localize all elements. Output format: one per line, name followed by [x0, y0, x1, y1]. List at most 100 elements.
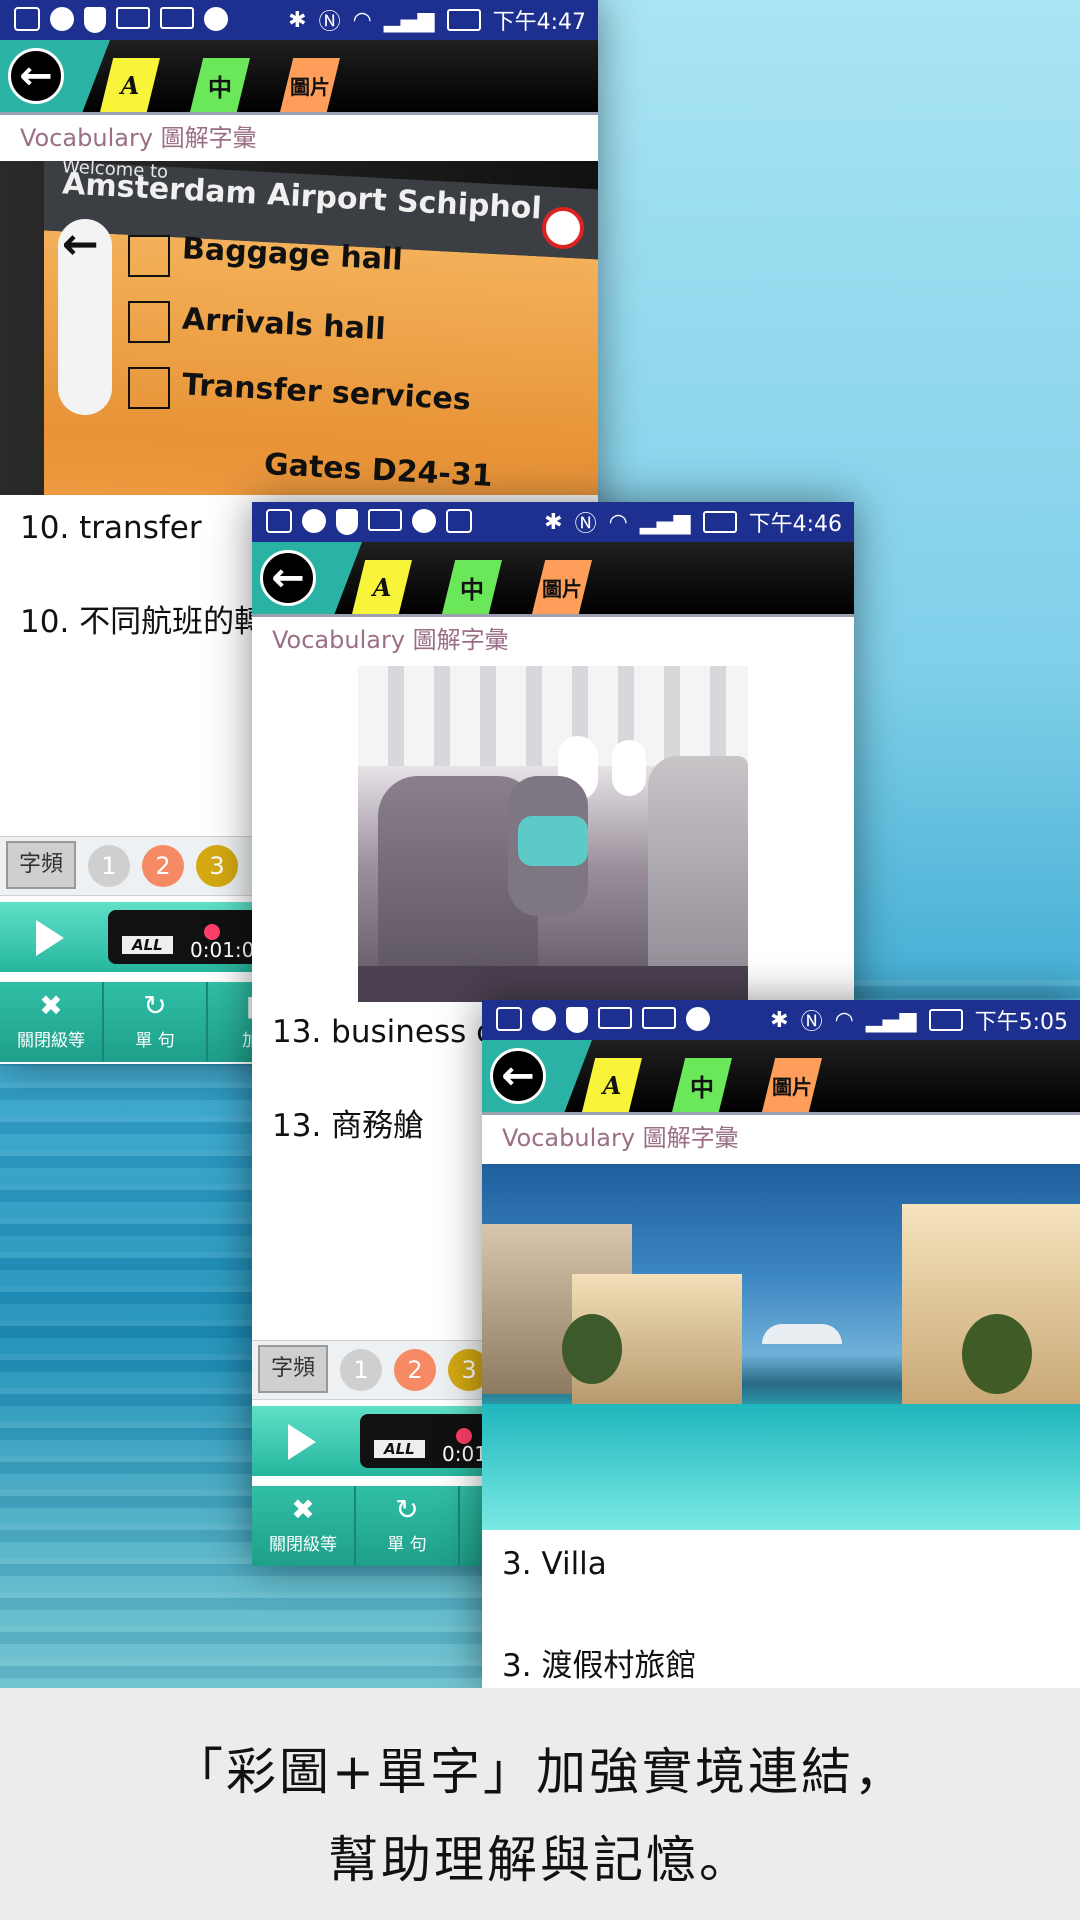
battery-icon [446, 9, 481, 31]
app-icon [50, 7, 74, 31]
gallery-icon [116, 7, 150, 29]
english-word: 10. transfer [20, 510, 202, 546]
no-smoking-icon [542, 207, 584, 249]
caption-line-2: 幫助理解與記憶。 [328, 1831, 752, 1889]
seat-right [648, 756, 748, 996]
bluetooth-icon: ✱ [770, 1007, 789, 1033]
back-button[interactable]: ← [260, 550, 316, 606]
pool-water [482, 1404, 1080, 1530]
repeat-icon: ↻ [143, 989, 167, 1022]
repeat-icon: ↻ [395, 1493, 419, 1526]
battery-icon [928, 1009, 963, 1031]
shield-icon [566, 1007, 588, 1033]
youtube-icon [642, 1007, 676, 1029]
player-display: ALL 0:01:0 [108, 910, 258, 964]
tab-english[interactable]: A [100, 58, 160, 112]
villa-pool-photo [482, 1164, 1080, 1530]
single-sentence-button[interactable]: ↻ 單 句 [104, 982, 208, 1062]
single-sentence-button[interactable]: ↻ 單 句 [356, 1486, 460, 1566]
tree [962, 1314, 1032, 1394]
play-button[interactable] [288, 1424, 316, 1460]
youtube-icon [368, 509, 402, 531]
youtube-icon [160, 7, 194, 29]
freq-level-1[interactable]: 1 [88, 845, 130, 887]
app-bar: ← A 中 圖片 [252, 542, 854, 617]
bluetooth-icon: ✱ [544, 509, 563, 535]
window-icon [612, 740, 646, 796]
freq-level-3[interactable]: 3 [196, 845, 238, 887]
app-icon [686, 1007, 710, 1031]
screenshot-villa: ✱ Ⓝ ◠ ▂▄▆ 下午5:05 ← A 中 圖片 Vocabulary 圖解字… [482, 1000, 1080, 1688]
repeat-mode[interactable]: ALL [374, 1440, 425, 1458]
tab-chinese[interactable]: 中 [190, 58, 250, 112]
app-icon [412, 509, 436, 533]
app-icon [532, 1007, 556, 1031]
section-title: Vocabulary 圖解字彙 [252, 617, 854, 663]
caption-line-1: 「彩圖+單字」加強實境連結， [173, 1743, 907, 1801]
back-button[interactable]: ← [8, 48, 64, 104]
status-time: 下午5:05 [974, 1010, 1068, 1035]
pillow [518, 816, 588, 866]
battery-icon [702, 511, 737, 533]
freq-level-2[interactable]: 2 [142, 845, 184, 887]
shield-icon [84, 7, 106, 33]
status-time: 下午4:47 [492, 10, 586, 35]
nfc-icon: Ⓝ [318, 10, 341, 35]
arrivals-icon [128, 301, 170, 343]
tab-chinese[interactable]: 中 [442, 560, 502, 614]
frequency-label: 字頻 [258, 1345, 328, 1393]
app-bar: ← A 中 圖片 [482, 1040, 1080, 1115]
chinese-word: 10. 不同航班的轉 [20, 604, 266, 640]
english-word: 13. business c [272, 1014, 494, 1050]
signal-icon: ▂▄▆ [865, 1007, 917, 1033]
playback-time: 0:01:0 [190, 938, 255, 962]
chinese-word: 13. 商務艙 [272, 1108, 425, 1144]
tab-english[interactable]: A [582, 1058, 642, 1112]
baggage-icon [128, 235, 170, 277]
tab-chinese[interactable]: 中 [672, 1058, 732, 1112]
gallery-icon [598, 1007, 632, 1029]
close-level-button[interactable]: ✖ 關閉級等 [0, 982, 104, 1062]
wifi-icon: ◠ [834, 1007, 854, 1033]
close-level-icon: ✖ [291, 1493, 315, 1526]
add-icon [266, 509, 292, 533]
tree [562, 1314, 622, 1384]
signal-icon: ▂▄▆ [383, 7, 435, 33]
playback-time: 0:01 [442, 1442, 487, 1466]
app-icon [302, 509, 326, 533]
nfc-icon: Ⓝ [574, 512, 597, 537]
freq-level-2[interactable]: 2 [394, 1349, 436, 1391]
tab-picture[interactable]: 圖片 [762, 1058, 822, 1112]
repeat-mode[interactable]: ALL [122, 936, 173, 954]
book-icon [446, 509, 472, 533]
arrow-left-icon: ← [62, 219, 99, 270]
chinese-word: 3. 渡假村旅館 [502, 1648, 697, 1684]
add-icon [14, 7, 40, 31]
wifi-icon: ◠ [352, 7, 372, 33]
section-title: Vocabulary 圖解字彙 [482, 1115, 1080, 1161]
bluetooth-icon: ✱ [288, 7, 307, 33]
transfer-icon [128, 367, 170, 409]
tab-english[interactable]: A [352, 560, 412, 614]
section-title: Vocabulary 圖解字彙 [0, 115, 598, 161]
app-bar: ← A 中 圖片 [0, 40, 598, 115]
frequency-label: 字頻 [6, 841, 76, 889]
close-level-button[interactable]: ✖ 關閉級等 [252, 1486, 356, 1566]
tab-picture[interactable]: 圖片 [532, 560, 592, 614]
status-bar: ✱ Ⓝ ◠ ▂▄▆ 下午4:46 [252, 502, 854, 542]
play-button[interactable] [36, 920, 64, 956]
back-button[interactable]: ← [490, 1048, 546, 1104]
freq-level-1[interactable]: 1 [340, 1349, 382, 1391]
status-time: 下午4:46 [748, 512, 842, 537]
umbrella [762, 1324, 842, 1344]
status-bar: ✱ Ⓝ ◠ ▂▄▆ 下午4:47 [0, 0, 598, 40]
app-icon [204, 7, 228, 31]
wifi-icon: ◠ [608, 509, 628, 535]
business-class-cabin-photo [358, 666, 748, 1002]
english-word: 3. Villa [502, 1546, 607, 1582]
status-bar: ✱ Ⓝ ◠ ▂▄▆ 下午5:05 [482, 1000, 1080, 1040]
tab-picture[interactable]: 圖片 [280, 58, 340, 112]
close-level-icon: ✖ [39, 989, 63, 1022]
add-icon [496, 1007, 522, 1031]
signal-icon: ▂▄▆ [639, 509, 691, 535]
